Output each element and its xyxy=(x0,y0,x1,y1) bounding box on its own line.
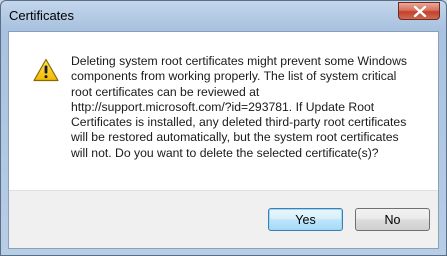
warning-triangle-icon xyxy=(33,58,59,82)
close-button[interactable] xyxy=(398,2,440,20)
close-icon xyxy=(413,6,427,17)
dialog-window: Certificates Deleting system root certif… xyxy=(0,0,447,256)
no-button[interactable]: No xyxy=(355,208,430,231)
dialog-message: Deleting system root certificates might … xyxy=(71,54,407,160)
title-bar[interactable]: Certificates xyxy=(1,1,446,31)
dialog-title: Certificates xyxy=(9,8,75,23)
yes-button[interactable]: Yes xyxy=(268,208,343,231)
button-bar: Yes No xyxy=(9,190,438,248)
dialog-body: Deleting system root certificates might … xyxy=(8,31,439,249)
